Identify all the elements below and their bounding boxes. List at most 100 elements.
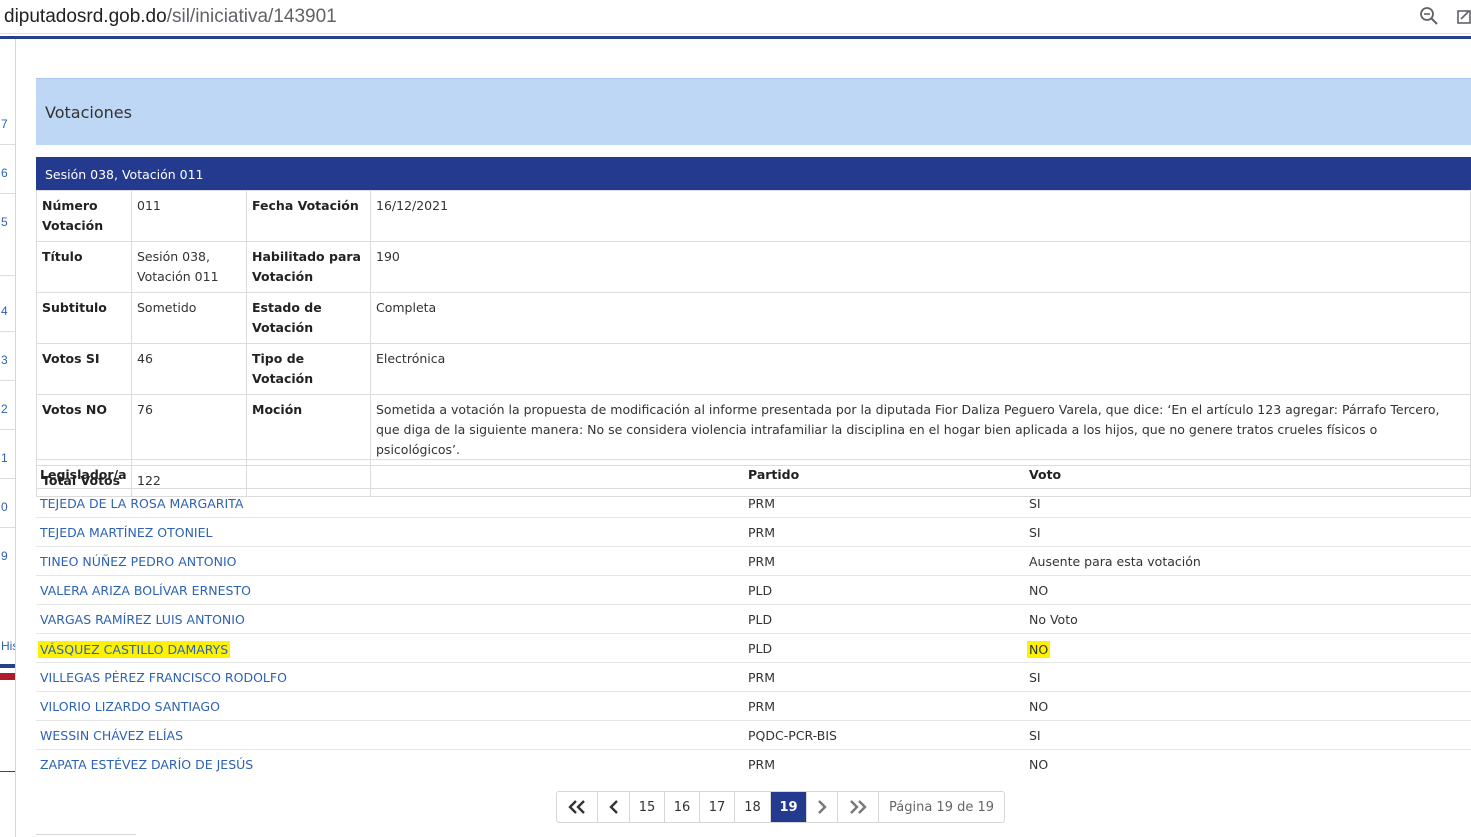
legislator-link[interactable]: ZAPATA ESTÉVEZ DARÍO DE JESÚS (40, 757, 253, 772)
legislator-link[interactable]: VILLEGAS PÉREZ FRANCISCO RODOLFO (40, 670, 287, 685)
habilitado-value: 190 (370, 241, 1471, 293)
column-header-legislador: Legislador/a (40, 467, 127, 482)
chevron-right-icon (818, 800, 827, 814)
backdrop-number: 2 (1, 402, 8, 416)
party-cell: PLD (748, 612, 773, 627)
page-button-16[interactable]: 16 (665, 792, 700, 822)
vote-cell: SI (1029, 728, 1041, 743)
legislator-link[interactable]: VILORIO LIZARDO SANTIAGO (40, 699, 220, 714)
details-row: Título Sesión 038, Votación 011 Habilita… (36, 241, 1471, 293)
backdrop-divider (0, 429, 15, 430)
table-row-highlighted: VÁSQUEZ CASTILLO DAMARYS PLD NO (36, 634, 1471, 663)
legislator-link[interactable]: TEJEDA DE LA ROSA MARGARITA (40, 496, 243, 511)
party-cell: PRM (748, 670, 776, 685)
vote-cell: SI (1029, 496, 1041, 511)
votos-si-value: 46 (131, 343, 247, 395)
table-row: TEJEDA MARTÍNEZ OTONIEL PRM SI (36, 518, 1471, 547)
table-row: TEJEDA DE LA ROSA MARGARITA PRM SI (36, 489, 1471, 518)
backdrop-number: 3 (1, 353, 8, 367)
page-button-17[interactable]: 17 (700, 792, 735, 822)
backdrop-stripe-red (0, 673, 15, 680)
backdrop-divider (0, 478, 15, 479)
party-cell: PRM (748, 757, 776, 772)
party-cell: PLD (748, 583, 773, 598)
legislator-votes-table: Legislador/a Partido Voto TEJEDA DE LA R… (36, 459, 1471, 779)
tipo-votacion-value: Electrónica (370, 343, 1471, 395)
party-cell: PQDC-PCR-BIS (748, 728, 837, 743)
party-cell: PRM (748, 525, 776, 540)
column-header-voto: Voto (1029, 467, 1062, 482)
page-top-stripe (0, 36, 1471, 39)
backdrop-number: 0 (1, 500, 8, 514)
party-cell: PLD (748, 641, 773, 656)
table-row: ZAPATA ESTÉVEZ DARÍO DE JESÚS PRM NO (36, 750, 1471, 779)
legislator-link[interactable]: TEJEDA MARTÍNEZ OTONIEL (40, 525, 212, 540)
tipo-votacion-label: Tipo de Votación (246, 343, 371, 395)
session-title-bar: Sesión 038, Votación 011 (36, 157, 1471, 190)
legislator-link[interactable]: VARGAS RAMÍREZ LUIS ANTONIO (40, 612, 245, 627)
backdrop-number: 5 (1, 215, 8, 229)
column-header-partido: Partido (748, 467, 800, 482)
party-cell: PRM (748, 699, 776, 714)
browser-address-bar[interactable]: diputadosrd.gob.do/sil/iniciativa/143901 (0, 0, 1471, 34)
table-row: TINEO NÚÑEZ PEDRO ANTONIO PRM Ausente pa… (36, 547, 1471, 576)
backdrop-divider (0, 527, 15, 528)
share-icon[interactable] (1457, 7, 1471, 25)
table-row: VILLEGAS PÉREZ FRANCISCO RODOLFO PRM SI (36, 663, 1471, 692)
fecha-votacion-value: 16/12/2021 (370, 190, 1471, 242)
url-text[interactable]: diputadosrd.gob.do/sil/iniciativa/143901 (4, 6, 337, 28)
page-button-18[interactable]: 18 (735, 792, 771, 822)
titulo-value: Sesión 038, Votación 011 (131, 241, 247, 293)
table-row: VALERA ARIZA BOLÍVAR ERNESTO PLD NO (36, 576, 1471, 605)
page-button-19-active[interactable]: 19 (771, 792, 807, 822)
legislator-link[interactable]: VALERA ARIZA BOLÍVAR ERNESTO (40, 583, 251, 598)
vote-cell: NO (1029, 583, 1049, 598)
subtitulo-value: Sometido (131, 292, 247, 344)
vote-cell: NO (1029, 699, 1049, 714)
vote-cell: SI (1029, 525, 1041, 540)
backdrop-divider (0, 771, 15, 772)
first-page-button[interactable] (557, 792, 598, 822)
prev-page-button[interactable] (598, 792, 630, 822)
votos-no-label: Votos NO (36, 394, 132, 466)
double-chevron-right-icon (850, 800, 867, 814)
legislator-link[interactable]: WESSIN CHÁVEZ ELÍAS (40, 728, 183, 743)
magnifier-minus-icon[interactable] (1419, 6, 1439, 26)
backdrop-link-fragment: His (1, 639, 15, 653)
last-page-button[interactable] (838, 792, 879, 822)
vote-cell: NO (1029, 757, 1049, 772)
backdrop-number: 9 (1, 549, 8, 563)
table-row: WESSIN CHÁVEZ ELÍAS PQDC-PCR-BIS SI (36, 721, 1471, 750)
numero-votacion-value: 011 (131, 190, 247, 242)
backdrop-divider (0, 193, 15, 194)
backdrop-number: 6 (1, 166, 8, 180)
vote-cell: Ausente para esta votación (1029, 554, 1201, 569)
votos-si-label: Votos SI (36, 343, 132, 395)
pagination: 15 16 17 18 19 Página 19 de 19 (556, 791, 1006, 823)
next-page-button[interactable] (807, 792, 838, 822)
vote-cell: No Voto (1029, 612, 1078, 627)
backdrop-number: 7 (1, 117, 8, 131)
table-row: VARGAS RAMÍREZ LUIS ANTONIO PLD No Voto (36, 605, 1471, 634)
backdrop-stripe-blue (0, 664, 15, 668)
legislator-link[interactable]: VÁSQUEZ CASTILLO DAMARYS (38, 641, 231, 658)
table-row: VILORIO LIZARDO SANTIAGO PRM NO (36, 692, 1471, 721)
backdrop-number: 1 (1, 451, 8, 465)
votaciones-header: Votaciones (36, 78, 1471, 145)
url-path: /sil/iniciativa/143901 (166, 6, 337, 27)
party-cell: PRM (748, 496, 776, 511)
details-row: Número Votación 011 Fecha Votación 16/12… (36, 190, 1471, 242)
backdrop-divider (0, 380, 15, 381)
party-cell: PRM (748, 554, 776, 569)
vote-details-table: Número Votación 011 Fecha Votación 16/12… (36, 190, 1471, 497)
legislator-link[interactable]: TINEO NÚÑEZ PEDRO ANTONIO (40, 554, 236, 569)
titulo-label: Título (36, 241, 132, 293)
mocion-value: Sometida a votación la propuesta de modi… (370, 394, 1471, 466)
vote-cell: SI (1029, 670, 1041, 685)
session-title: Sesión 038, Votación 011 (45, 167, 204, 182)
fecha-votacion-label: Fecha Votación (246, 190, 371, 242)
estado-value: Completa (370, 292, 1471, 344)
double-chevron-left-icon (568, 800, 585, 814)
page-button-15[interactable]: 15 (630, 792, 665, 822)
url-host: diputadosrd.gob.do (4, 6, 167, 27)
